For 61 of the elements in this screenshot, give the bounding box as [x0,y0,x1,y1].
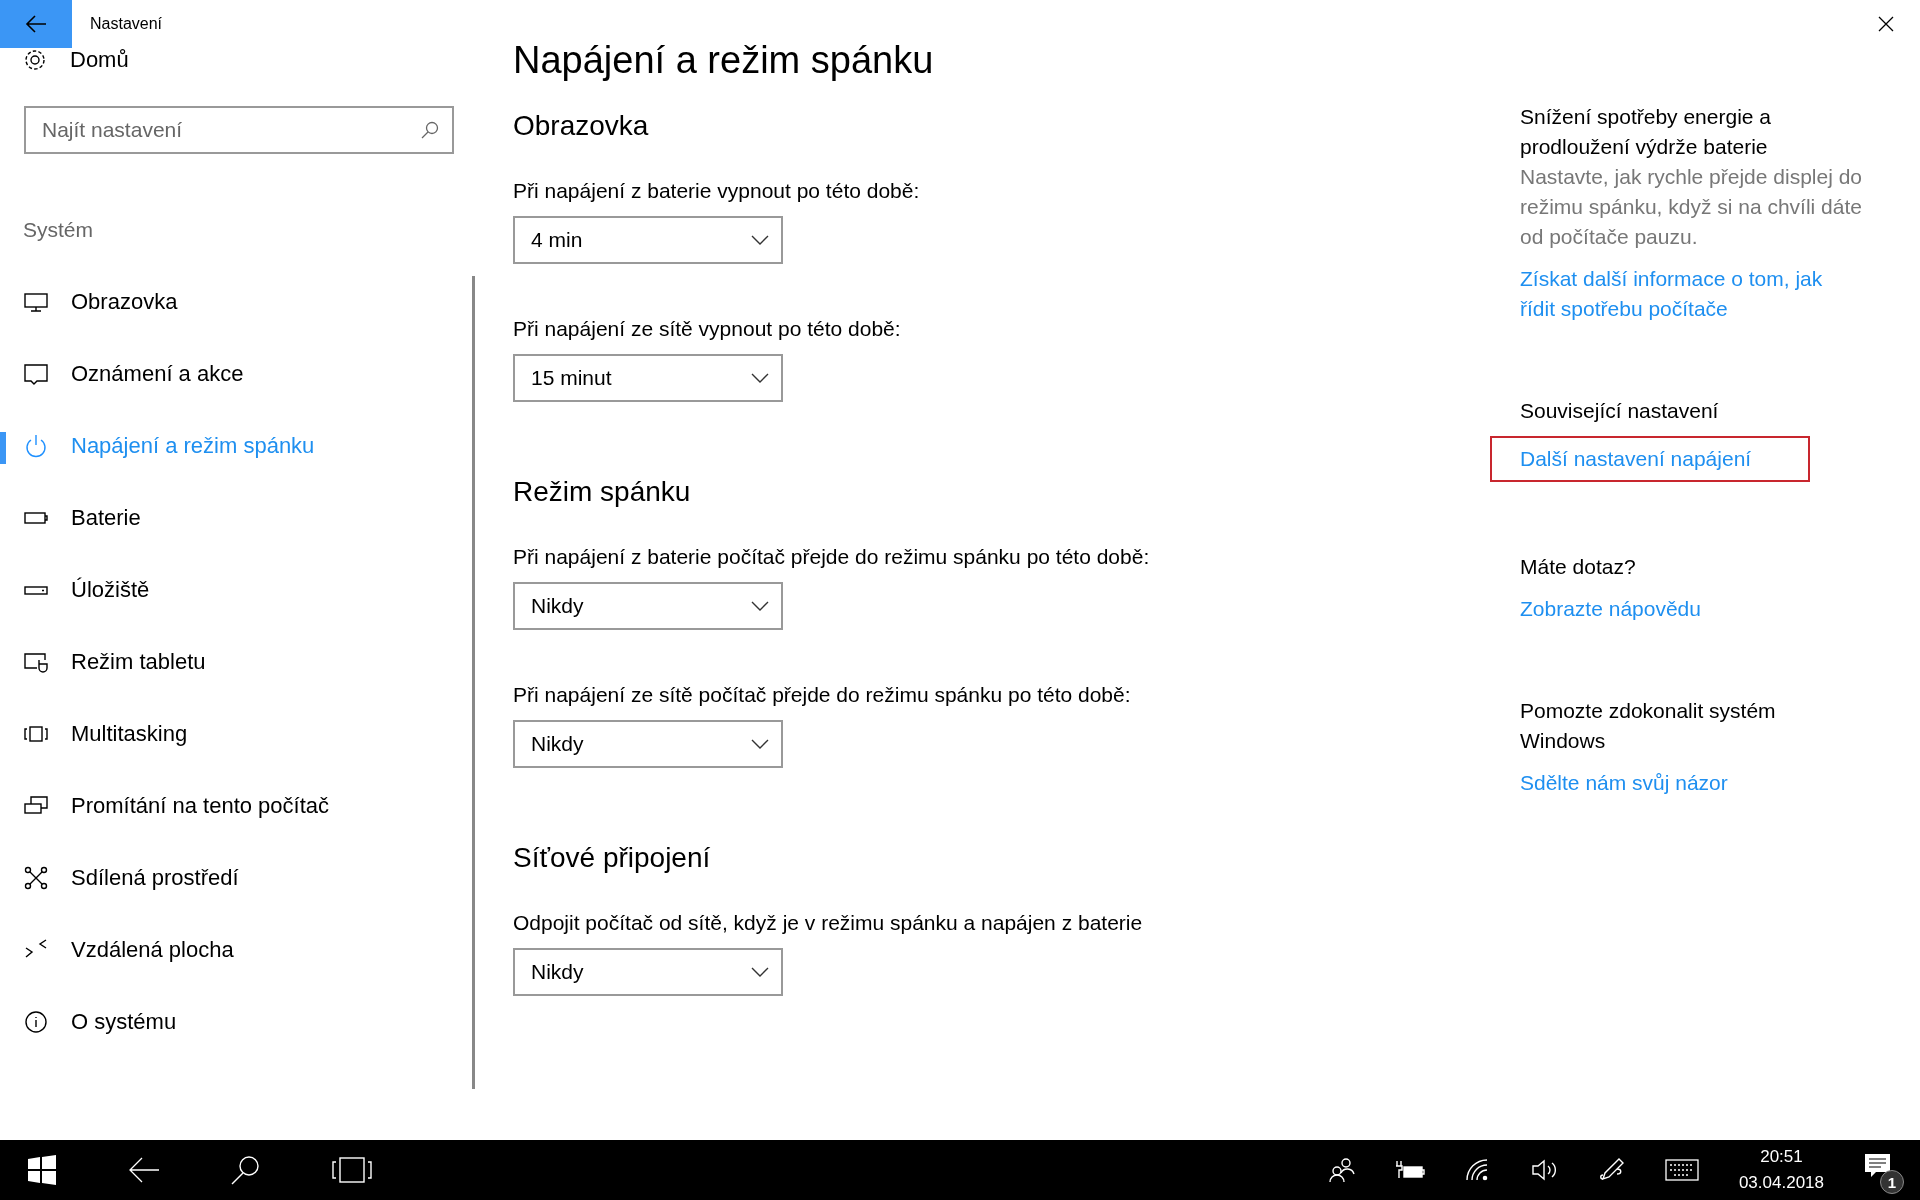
windows-start-icon[interactable] [26,1154,58,1186]
group-heading: Snížení spotřeby energie a prodloužení výdrže baterie [1520,104,1772,160]
volume-icon[interactable] [1530,1158,1559,1182]
notification-icon[interactable] [1864,1152,1892,1180]
clock[interactable]: 20:51 03.04.2018 [1738,1144,1824,1196]
selection-indicator [0,432,6,464]
setting-label: Při napájení z baterie vypnout po této době: [513,178,921,204]
chevron-down-icon [751,739,769,749]
pen-icon[interactable] [1598,1157,1625,1183]
home-link[interactable]: Domů [22,48,480,72]
nav-item[interactable]: Baterie [0,482,480,554]
setting-label: Při napájení ze sítě vypnout po této době: [513,316,902,342]
chevron-down-icon [751,235,769,245]
group-heading: Pomozte zdokonalit systém Windows [1520,698,1777,754]
nav-item[interactable]: Sdílená prostředí [0,842,480,914]
section-heading: Systém [23,218,94,242]
section-heading: Obrazovka [513,109,650,143]
description-text: Nastavte, jak rychle přejde displej do režimu spánku, když si na chvíli dáte od počítače pauzu. [1520,164,1863,250]
dropdown[interactable]: Nikdy [513,948,783,996]
scrollbar[interactable] [472,276,475,1089]
group-heading: Související nastavení [1520,398,1720,424]
search-field[interactable]: Najít nastavení [24,106,454,154]
nav-item[interactable]: O systému [0,986,480,1058]
setting-label: Při napájení z baterie počítač přejde do režimu spánku po této době: [513,544,1151,570]
battery-charging-icon[interactable] [1394,1159,1425,1181]
dropdown[interactable]: Nikdy [513,720,783,768]
info-icon [23,1009,49,1035]
nav-item[interactable]: Oznámení a akce [0,338,480,410]
group-heading: Máte dotaz? [1520,554,1637,580]
dropdown[interactable]: 4 min [513,216,783,264]
section-heading: Síťové připojení [513,841,712,875]
close-icon[interactable] [1878,16,1894,32]
back-arrow-icon[interactable] [128,1156,160,1184]
page-title: Napájení a režim spánku [513,38,935,82]
notification-badge: 1 [1880,1170,1904,1194]
setting-label: Odpojit počítač od sítě, když je v režimu spánku a napájen z baterie [513,910,1144,936]
chevron-down-icon [751,967,769,977]
people-icon[interactable] [1328,1157,1355,1183]
chevron-down-icon [751,373,769,383]
setting-label: Při napájení ze sítě počítač přejde do režimu spánku po této době: [513,682,1132,708]
nav-item[interactable]: Vzdálená plocha [0,914,480,986]
section-heading: Režim spánku [513,475,692,509]
speech-bubble-icon [23,361,49,387]
task-view-icon[interactable] [332,1156,372,1184]
nav-item[interactable]: Obrazovka [0,266,480,338]
nav-item[interactable]: Multitasking [0,698,480,770]
keyboard-icon[interactable] [1664,1159,1699,1181]
chevron-down-icon [751,601,769,611]
window-title: Nastavení [90,15,163,33]
gear-icon [22,47,48,73]
power-icon [23,433,49,459]
dropdown[interactable]: 15 minut [513,354,783,402]
network-icon [23,865,49,891]
back-button[interactable] [0,0,72,48]
dropdown[interactable]: Nikdy [513,582,783,630]
nav-item[interactable]: Promítání na tento počítač [0,770,480,842]
back-arrow-icon [25,14,47,34]
search-icon[interactable] [230,1154,262,1186]
search-icon [420,120,440,140]
nav-item[interactable]: Úložiště [0,554,480,626]
nav-item[interactable]: Režim tabletu [0,626,480,698]
